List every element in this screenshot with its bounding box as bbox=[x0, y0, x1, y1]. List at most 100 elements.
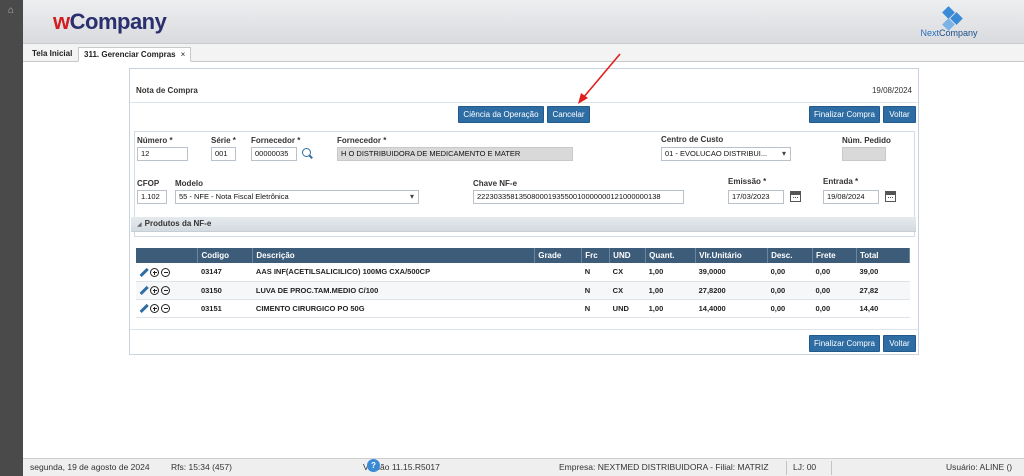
cell-desc: 0,00 bbox=[767, 263, 813, 282]
column-header[interactable]: Vlr.Unitário bbox=[695, 248, 769, 263]
cell-desc: 0,00 bbox=[767, 281, 813, 300]
collapse-arrow-icon[interactable]: ◢ bbox=[137, 222, 142, 228]
table-header-row: Codigo Descrição Grade Frc UND Quant. Vl… bbox=[136, 248, 910, 263]
panel-date: 19/08/2024 bbox=[871, 86, 912, 95]
cfop-input[interactable]: 1.102 bbox=[137, 190, 167, 204]
cell-desc: 0,00 bbox=[767, 299, 813, 318]
remove-circle-icon[interactable] bbox=[161, 285, 170, 295]
status-empresa: Empresa: NEXTMED DISTRIBUIDORA - Filial:… bbox=[559, 462, 769, 472]
column-header[interactable]: Quant. bbox=[645, 248, 697, 263]
cell-grade bbox=[534, 299, 582, 318]
tab-tela-inicial[interactable]: Tela Inicial bbox=[27, 47, 77, 62]
tab-gerenciar-compras[interactable]: 311. Gerenciar Compras × bbox=[78, 47, 192, 62]
cell-und: CX bbox=[609, 281, 646, 300]
edit-icon[interactable] bbox=[139, 304, 148, 313]
numero-label: Número * bbox=[137, 136, 173, 145]
produtos-table: Codigo Descrição Grade Frc UND Quant. Vl… bbox=[136, 248, 910, 318]
nota-compra-panel: Nota de Compra 19/08/2024 Ciência da Ope… bbox=[129, 68, 919, 355]
cell-und: UND bbox=[609, 299, 646, 318]
finalizar-compra-button-top[interactable]: Finalizar Compra bbox=[809, 106, 880, 123]
remove-circle-icon[interactable] bbox=[161, 303, 170, 313]
add-circle-icon[interactable] bbox=[150, 285, 159, 295]
centro-custo-label: Centro de Custo bbox=[661, 135, 724, 144]
num-pedido-field bbox=[842, 147, 886, 161]
cell-descricao: LUVA DE PROC.TAM.MEDIO C/100 bbox=[252, 281, 535, 300]
add-circle-icon[interactable] bbox=[150, 303, 159, 313]
fornecedor-nome-label: Fornecedor * bbox=[337, 136, 387, 145]
cell-total: 27,82 bbox=[856, 281, 910, 300]
left-sidebar: ⌂ bbox=[0, 0, 23, 476]
tab-bar: Tela Inicial 311. Gerenciar Compras × bbox=[23, 44, 1024, 62]
cell-grade bbox=[534, 281, 582, 300]
column-header[interactable]: Frete bbox=[812, 248, 857, 263]
cell-frete: 0,00 bbox=[812, 299, 857, 318]
calendar-icon[interactable] bbox=[885, 191, 896, 202]
modelo-label: Modelo bbox=[175, 179, 203, 188]
remove-circle-icon[interactable] bbox=[161, 267, 170, 277]
voltar-button-bottom[interactable]: Voltar bbox=[883, 335, 916, 352]
cell-quant: 1,00 bbox=[645, 263, 696, 282]
column-header[interactable]: Codigo bbox=[197, 248, 254, 263]
cell-grade bbox=[534, 263, 582, 282]
column-header[interactable]: Total bbox=[856, 248, 910, 263]
table-row[interactable]: 03147 AAS INF(ACETILSALICILICO) 100MG CX… bbox=[136, 263, 910, 282]
serie-input[interactable]: 001 bbox=[211, 147, 236, 161]
modelo-select[interactable]: 55 - NFE - Nota Fiscal Eletrônica bbox=[175, 190, 419, 204]
emissao-input[interactable]: 17/03/2023 bbox=[728, 190, 784, 204]
column-header-actions bbox=[136, 248, 199, 263]
finalizar-compra-button-bottom[interactable]: Finalizar Compra bbox=[809, 335, 880, 352]
cell-vlr-unitario: 39,0000 bbox=[695, 263, 768, 282]
cell-total: 39,00 bbox=[856, 263, 910, 282]
home-icon[interactable]: ⌂ bbox=[5, 5, 17, 17]
cell-und: CX bbox=[609, 263, 646, 282]
close-icon[interactable]: × bbox=[181, 50, 186, 59]
voltar-button-top[interactable]: Voltar bbox=[883, 106, 916, 123]
calendar-icon[interactable] bbox=[790, 191, 801, 202]
cell-codigo: 03147 bbox=[197, 263, 253, 282]
table-row[interactable]: 03151 CIMENTO CIRURGICO PO 50G N UND 1,0… bbox=[136, 299, 910, 318]
edit-icon[interactable] bbox=[139, 286, 148, 295]
status-rfs: Rfs: 15:34 (457) bbox=[171, 462, 232, 472]
cell-quant: 1,00 bbox=[645, 281, 696, 300]
fornecedor-codigo-input[interactable]: 00000035 bbox=[251, 147, 297, 161]
edit-icon[interactable] bbox=[139, 268, 148, 277]
cancelar-button[interactable]: Cancelar bbox=[547, 106, 590, 123]
page-title: Nota de Compra bbox=[136, 86, 198, 95]
add-circle-icon[interactable] bbox=[150, 267, 159, 277]
centro-custo-select[interactable]: 01 - EVOLUCAO DISTRIBUI... bbox=[661, 147, 791, 161]
table-row[interactable]: 03150 LUVA DE PROC.TAM.MEDIO C/100 N CX … bbox=[136, 281, 910, 300]
status-bar: segunda, 19 de agosto de 2024 Rfs: 15:34… bbox=[23, 458, 1024, 476]
chave-nfe-input[interactable]: 2223033581350800019355001000000012100000… bbox=[473, 190, 684, 204]
search-icon[interactable] bbox=[302, 148, 311, 157]
row-actions bbox=[136, 263, 198, 282]
serie-label: Série * bbox=[211, 136, 236, 145]
column-header[interactable]: UND bbox=[609, 248, 647, 263]
cell-frc: N bbox=[581, 263, 610, 282]
cell-codigo: 03151 bbox=[197, 299, 253, 318]
ciencia-operacao-button[interactable]: Ciência da Operação bbox=[458, 106, 544, 123]
cell-vlr-unitario: 14,4000 bbox=[695, 299, 768, 318]
nextcompany-logo: NextCompany bbox=[914, 6, 984, 38]
column-header[interactable]: Frc bbox=[581, 248, 611, 263]
column-header[interactable]: Desc. bbox=[767, 248, 814, 263]
cell-total: 14,40 bbox=[856, 299, 910, 318]
cell-descricao: CIMENTO CIRURGICO PO 50G bbox=[252, 299, 535, 318]
status-usuario: Usuário: ALINE () bbox=[946, 462, 1013, 472]
cell-vlr-unitario: 27,8200 bbox=[695, 281, 768, 300]
chave-nfe-label: Chave NF-e bbox=[473, 179, 518, 188]
cfop-label: CFOP bbox=[137, 179, 160, 188]
cell-codigo: 03150 bbox=[197, 281, 253, 300]
column-header[interactable]: Descrição bbox=[252, 248, 536, 263]
row-actions bbox=[136, 281, 198, 300]
entrada-input[interactable]: 19/08/2024 bbox=[823, 190, 879, 204]
column-header[interactable]: Grade bbox=[534, 248, 583, 263]
emissao-label: Emissão * bbox=[728, 177, 767, 186]
cell-frc: N bbox=[581, 281, 610, 300]
cell-frete: 0,00 bbox=[812, 281, 857, 300]
status-loja: LJ: 00 bbox=[793, 462, 817, 472]
cell-frc: N bbox=[581, 299, 610, 318]
produtos-section-header[interactable]: ◢ Produtos da NF-e bbox=[131, 217, 916, 232]
numero-input[interactable]: 12 bbox=[137, 147, 188, 161]
wcompany-logo: wCompany bbox=[53, 9, 167, 34]
help-icon[interactable]: ? bbox=[367, 459, 380, 472]
